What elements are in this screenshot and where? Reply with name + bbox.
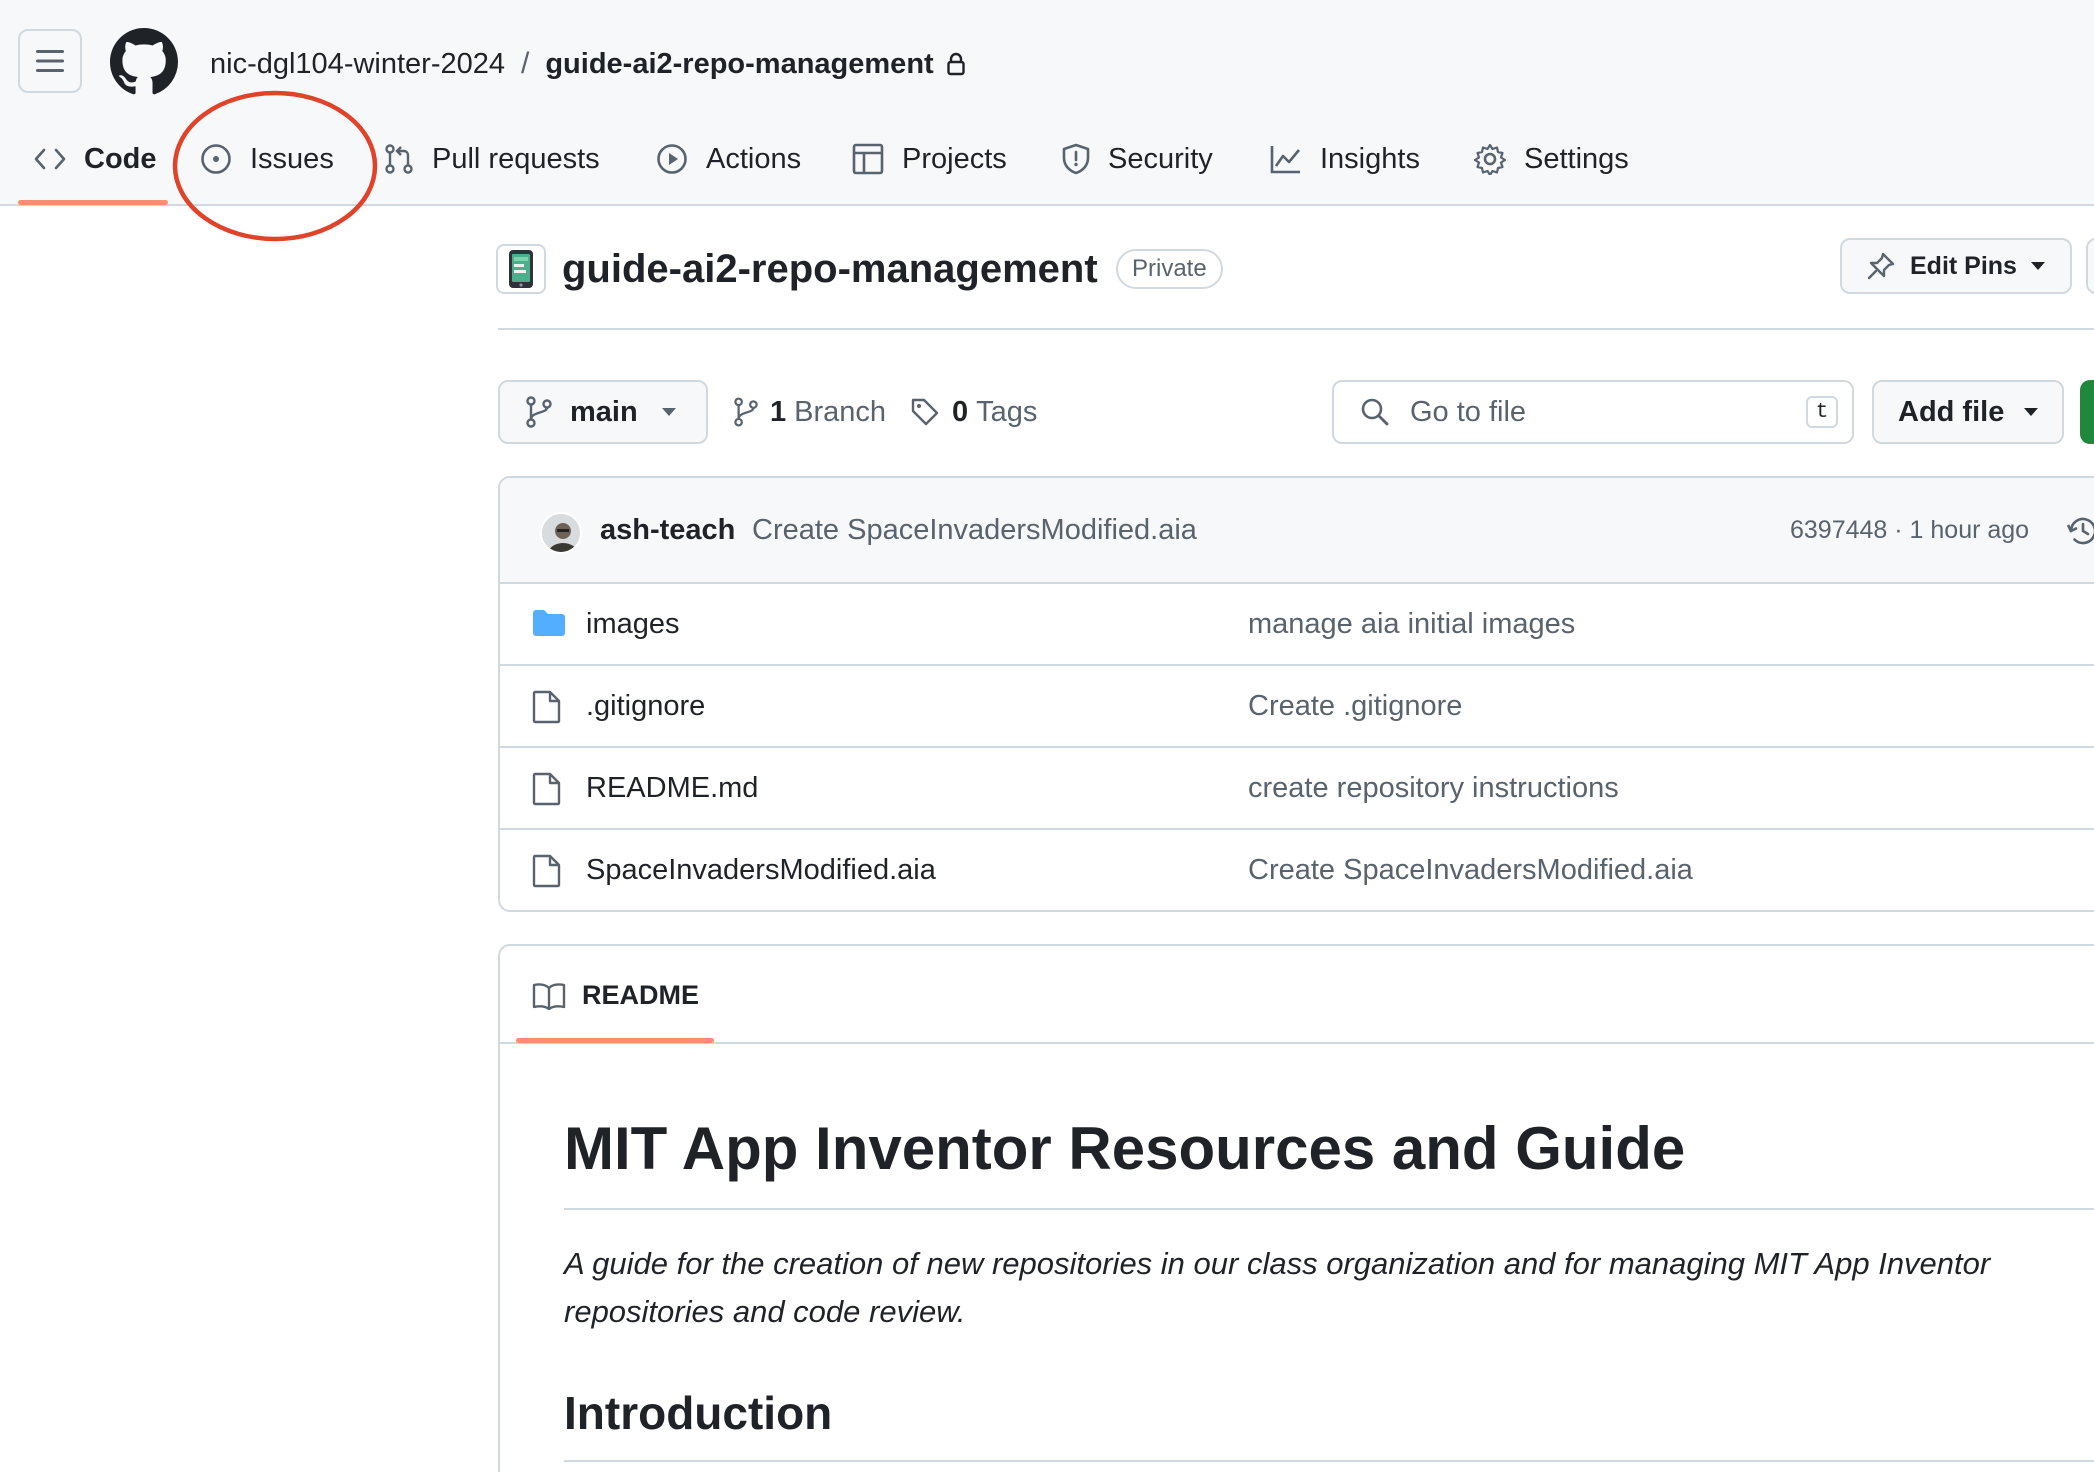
branch-select-button[interactable]: main — [498, 380, 708, 444]
file-row[interactable]: README.md create repository instructions — [500, 748, 2094, 830]
hamburger-icon — [36, 50, 64, 72]
breadcrumb-repo-link[interactable]: guide-ai2-repo-management — [545, 48, 933, 81]
avatar[interactable] — [540, 512, 582, 554]
git-pull-request-icon — [385, 144, 413, 174]
commit-hash-time[interactable]: 6397448 · 1 hour ago — [1790, 516, 2029, 545]
keyboard-shortcut-badge: t — [1806, 396, 1838, 428]
play-icon — [657, 144, 687, 174]
tab-issues-label: Issues — [250, 142, 334, 175]
lock-icon — [946, 52, 966, 76]
repo-avatar — [496, 244, 546, 294]
tab-projects[interactable]: Projects — [852, 130, 1007, 188]
triangle-down-icon — [661, 408, 676, 416]
readme-subheading: Introduction — [564, 1387, 833, 1439]
file-commit-message-link[interactable]: Create .gitignore — [1248, 690, 1462, 723]
code-icon — [34, 148, 66, 170]
selected-tab-indicator — [516, 1038, 714, 1043]
latest-commit-bar: ash-teach Create SpaceInvadersModified.a… — [500, 478, 2094, 584]
tag-count: 0 — [952, 395, 969, 428]
gear-icon — [1474, 143, 1506, 175]
readme-panel: README MIT App Inventor Resources and Gu… — [498, 944, 2094, 1472]
file-row[interactable]: .gitignore Create .gitignore — [500, 666, 2094, 748]
commit-message-link[interactable]: Create SpaceInvadersModified.aia — [752, 514, 1197, 547]
watch-button[interactable] — [2086, 238, 2094, 294]
file-row[interactable]: SpaceInvadersModified.aia Create SpaceIn… — [500, 830, 2094, 910]
file-icon — [532, 772, 561, 806]
table-icon — [852, 143, 884, 175]
commit-author-link[interactable]: ash-teach — [600, 514, 735, 547]
triangle-down-icon — [2024, 408, 2039, 416]
tab-code[interactable]: Code — [34, 130, 157, 188]
breadcrumb-owner-link[interactable]: nic-dgl104-winter-2024 — [210, 48, 505, 81]
git-branch-icon — [734, 397, 758, 427]
tab-issues[interactable]: Issues — [200, 130, 334, 188]
readme-heading: MIT App Inventor Resources and Guide — [564, 1115, 1686, 1182]
edit-pins-label: Edit Pins — [1910, 251, 2017, 280]
tab-pull-requests-label: Pull requests — [432, 142, 600, 175]
shield-icon — [1062, 143, 1090, 175]
file-icon — [532, 690, 561, 724]
add-file-label: Add file — [1898, 395, 2005, 428]
issue-opened-icon — [201, 144, 231, 174]
tab-actions-label: Actions — [706, 142, 802, 175]
readme-intro-text: A guide for the creation of new reposito… — [564, 1246, 1991, 1329]
history-icon[interactable] — [2066, 514, 2094, 548]
breadcrumb-separator: / — [521, 47, 530, 80]
tab-code-label: Code — [84, 142, 157, 175]
tab-insights[interactable]: Insights — [1270, 130, 1420, 188]
folder-icon — [533, 610, 565, 636]
tab-readme[interactable]: README — [532, 980, 699, 1011]
file-name-link[interactable]: .gitignore — [586, 690, 705, 723]
git-branch-icon — [526, 396, 552, 428]
branch-count: 1 — [770, 395, 787, 428]
add-file-button[interactable]: Add file — [1872, 380, 2064, 444]
go-to-file-input[interactable]: Go to file t — [1332, 380, 1854, 444]
file-icon — [532, 854, 561, 888]
repo-title[interactable]: guide-ai2-repo-management — [562, 244, 1098, 294]
tab-security[interactable]: Security — [1062, 130, 1213, 188]
tag-count-label: Tags — [976, 395, 1038, 428]
selected-tab-indicator — [18, 200, 168, 205]
branch-count-label: Branch — [794, 395, 887, 428]
triangle-down-icon — [2030, 262, 2045, 270]
file-commit-message-link[interactable]: Create SpaceInvadersModified.aia — [1248, 854, 1693, 887]
global-menu-button[interactable] — [18, 29, 82, 93]
file-commit-message-link[interactable]: manage aia initial images — [1248, 608, 1575, 641]
file-name-link[interactable]: README.md — [586, 772, 758, 805]
book-icon — [532, 982, 566, 1010]
go-to-file-placeholder: Go to file — [1410, 395, 1527, 428]
file-name-link[interactable]: images — [586, 608, 680, 641]
file-row[interactable]: images manage aia initial images — [500, 584, 2094, 666]
tab-projects-label: Projects — [902, 142, 1007, 175]
tab-settings-label: Settings — [1524, 142, 1629, 175]
divider — [564, 1460, 2094, 1462]
branches-link[interactable]: 1 Branch — [734, 390, 886, 434]
file-commit-message-link[interactable]: create repository instructions — [1248, 772, 1619, 805]
divider — [498, 328, 2094, 330]
file-name-link[interactable]: SpaceInvadersModified.aia — [586, 854, 936, 887]
file-table: ash-teach Create SpaceInvadersModified.a… — [498, 476, 2094, 912]
tab-settings[interactable]: Settings — [1474, 130, 1629, 188]
edit-pins-button[interactable]: Edit Pins — [1840, 238, 2072, 294]
tab-insights-label: Insights — [1320, 142, 1420, 175]
code-button[interactable] — [2080, 380, 2094, 444]
tab-pull-requests[interactable]: Pull requests — [384, 130, 600, 188]
pin-icon — [1867, 252, 1895, 280]
readme-tab-label: README — [582, 980, 700, 1010]
visibility-badge: Private — [1116, 249, 1223, 289]
readme-header: README — [500, 946, 2094, 1044]
divider — [564, 1208, 2094, 1210]
branch-name: main — [570, 395, 638, 428]
github-logo-icon[interactable] — [110, 28, 178, 96]
graph-icon — [1270, 146, 1300, 174]
tags-link[interactable]: 0 Tags — [910, 390, 1037, 434]
tab-security-label: Security — [1108, 142, 1213, 175]
search-icon — [1361, 398, 1389, 426]
tag-icon — [911, 398, 939, 426]
phone-icon — [509, 250, 533, 288]
breadcrumb: nic-dgl104-winter-2024 / guide-ai2-repo-… — [210, 44, 966, 84]
tab-actions[interactable]: Actions — [656, 130, 801, 188]
